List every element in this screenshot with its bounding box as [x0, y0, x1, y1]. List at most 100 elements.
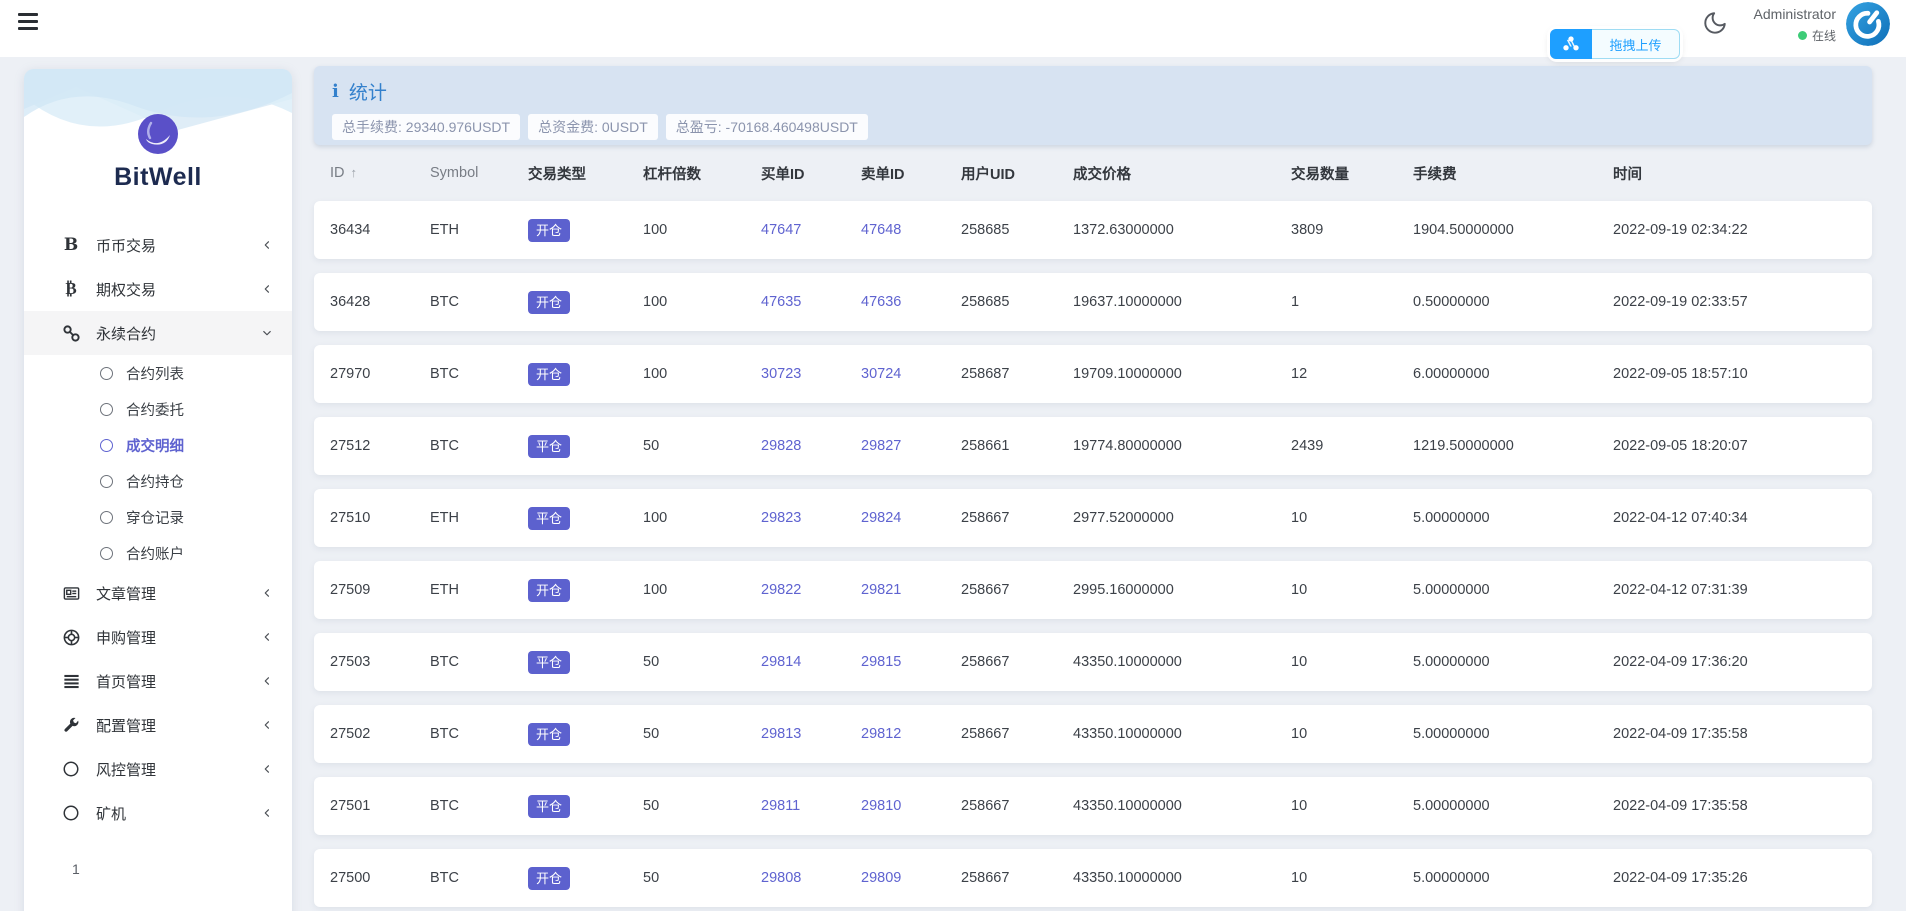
cell-trade-type: 开仓: [528, 579, 643, 602]
subitem-label: 合约持仓: [126, 471, 184, 492]
chevron-down-icon: [260, 326, 274, 340]
table-row: 27512 BTC 平仓 50 29828 29827 258661 19774…: [314, 417, 1872, 475]
sidebar-item-options-trade[interactable]: ₿ 期权交易: [24, 267, 292, 311]
stat-total-pnl: 总盈亏: -70168.460498USDT: [666, 114, 868, 140]
cell-fee: 1904.50000000: [1413, 222, 1613, 238]
cell-sell-id-link[interactable]: 30724: [861, 366, 961, 382]
cell-trade-type: 平仓: [528, 435, 643, 458]
bitwell-logo-icon: [137, 113, 179, 155]
sidebar-item-risk[interactable]: 风控管理: [24, 747, 292, 791]
chevron-left-icon: [260, 630, 274, 644]
sidebar-item-coin-trade[interactable]: B 币币交易: [24, 223, 292, 267]
cell-symbol: BTC: [430, 870, 528, 886]
cell-buy-id-link[interactable]: 29828: [761, 438, 861, 454]
sidebar-page-number[interactable]: 1: [24, 861, 292, 877]
cell-sell-id-link[interactable]: 29821: [861, 582, 961, 598]
sidebar-subitem-liquidation-records[interactable]: 穿仓记录: [24, 499, 292, 535]
column-header-sell-id: 卖单ID: [861, 163, 961, 184]
cell-buy-id-link[interactable]: 29823: [761, 510, 861, 526]
cell-time: 2022-04-09 17:35:58: [1613, 726, 1856, 742]
chevron-left-icon: [260, 238, 274, 252]
cell-sell-id-link[interactable]: 47636: [861, 294, 961, 310]
table-body: 36434 ETH 开仓 100 47647 47648 258685 1372…: [314, 201, 1872, 907]
cell-time: 2022-04-12 07:40:34: [1613, 510, 1856, 526]
cell-fee: 0.50000000: [1413, 294, 1613, 310]
column-header-price: 成交价格: [1073, 163, 1291, 184]
cell-price: 2995.16000000: [1073, 582, 1291, 598]
column-header-fee: 手续费: [1413, 163, 1613, 184]
cell-sell-id-link[interactable]: 29815: [861, 654, 961, 670]
cell-price: 2977.52000000: [1073, 510, 1291, 526]
sidebar-subitem-contract-accounts[interactable]: 合约账户: [24, 535, 292, 571]
cell-sell-id-link[interactable]: 29824: [861, 510, 961, 526]
cell-buy-id-link[interactable]: 29811: [761, 798, 861, 814]
cell-trade-type: 平仓: [528, 507, 643, 530]
cell-sell-id-link[interactable]: 29809: [861, 870, 961, 886]
cell-uid: 258667: [961, 510, 1073, 526]
cell-price: 43350.10000000: [1073, 654, 1291, 670]
hamburger-menu-icon[interactable]: [18, 13, 40, 31]
moon-icon[interactable]: [1702, 10, 1728, 36]
perpetual-submenu: 合约列表 合约委托 成交明细 合约持仓 穿仓记录 合约账户: [24, 355, 292, 571]
cell-buy-id-link[interactable]: 29822: [761, 582, 861, 598]
cell-buy-id-link[interactable]: 29808: [761, 870, 861, 886]
cell-symbol: ETH: [430, 222, 528, 238]
sidebar-item-label: 矿机: [96, 803, 260, 824]
cell-leverage: 100: [643, 510, 761, 526]
trade-type-badge: 开仓: [528, 579, 570, 602]
main-content: i 统计 总手续费: 29340.976USDT 总资金费: 0USDT 总盈亏…: [314, 66, 1872, 911]
column-header-time: 时间: [1613, 163, 1856, 184]
drag-upload-widget[interactable]: 拖拽上传: [1550, 29, 1680, 59]
sidebar-item-articles[interactable]: 文章管理: [24, 571, 292, 615]
cell-time: 2022-04-09 17:36:20: [1613, 654, 1856, 670]
cell-buy-id-link[interactable]: 29814: [761, 654, 861, 670]
cell-fee: 5.00000000: [1413, 510, 1613, 526]
sidebar-item-subscription[interactable]: 申购管理: [24, 615, 292, 659]
sidebar-item-config[interactable]: 配置管理: [24, 703, 292, 747]
sidebar-item-homepage[interactable]: 首页管理: [24, 659, 292, 703]
cell-sell-id-link[interactable]: 29827: [861, 438, 961, 454]
column-header-uid: 用户UID: [961, 163, 1073, 184]
user-block[interactable]: Administrator 在线: [1754, 6, 1836, 44]
table-row: 27509 ETH 开仓 100 29822 29821 258667 2995…: [314, 561, 1872, 619]
cell-price: 43350.10000000: [1073, 726, 1291, 742]
column-header-id[interactable]: ID↑: [330, 165, 430, 181]
trade-type-badge: 开仓: [528, 723, 570, 746]
trade-type-badge: 开仓: [528, 363, 570, 386]
trade-type-badge: 开仓: [528, 219, 570, 242]
cell-leverage: 50: [643, 870, 761, 886]
sidebar-item-label: 永续合约: [96, 323, 260, 344]
radio-ring-icon: [100, 547, 113, 560]
drag-upload-label[interactable]: 拖拽上传: [1592, 29, 1680, 59]
cell-buy-id-link[interactable]: 47635: [761, 294, 861, 310]
stats-title: 统计: [349, 78, 387, 105]
chevron-left-icon: [260, 674, 274, 688]
cell-sell-id-link[interactable]: 47648: [861, 222, 961, 238]
radio-ring-icon: [100, 439, 113, 452]
sidebar-item-perpetual[interactable]: 永续合约: [24, 311, 292, 355]
avatar[interactable]: [1846, 2, 1890, 46]
cell-symbol: BTC: [430, 798, 528, 814]
cell-uid: 258667: [961, 582, 1073, 598]
cell-uid: 258661: [961, 438, 1073, 454]
chevron-left-icon: [260, 806, 274, 820]
sidebar-item-miner[interactable]: 矿机: [24, 791, 292, 835]
cell-amount: 10: [1291, 870, 1413, 886]
cell-trade-type: 开仓: [528, 219, 643, 242]
sidebar-item-label: 期权交易: [96, 279, 260, 300]
chevron-left-icon: [260, 282, 274, 296]
cell-trade-type: 开仓: [528, 291, 643, 314]
sidebar-subitem-contract-positions[interactable]: 合约持仓: [24, 463, 292, 499]
cell-amount: 10: [1291, 726, 1413, 742]
cell-sell-id-link[interactable]: 29810: [861, 798, 961, 814]
cell-amount: 10: [1291, 798, 1413, 814]
sidebar-subitem-contract-orders[interactable]: 合约委托: [24, 391, 292, 427]
sidebar-subitem-trade-details[interactable]: 成交明细: [24, 427, 292, 463]
cell-leverage: 100: [643, 582, 761, 598]
cell-sell-id-link[interactable]: 29812: [861, 726, 961, 742]
cell-buy-id-link[interactable]: 30723: [761, 366, 861, 382]
cell-buy-id-link[interactable]: 47647: [761, 222, 861, 238]
sidebar-subitem-contract-list[interactable]: 合约列表: [24, 355, 292, 391]
cell-buy-id-link[interactable]: 29813: [761, 726, 861, 742]
circle-icon: [60, 760, 82, 778]
